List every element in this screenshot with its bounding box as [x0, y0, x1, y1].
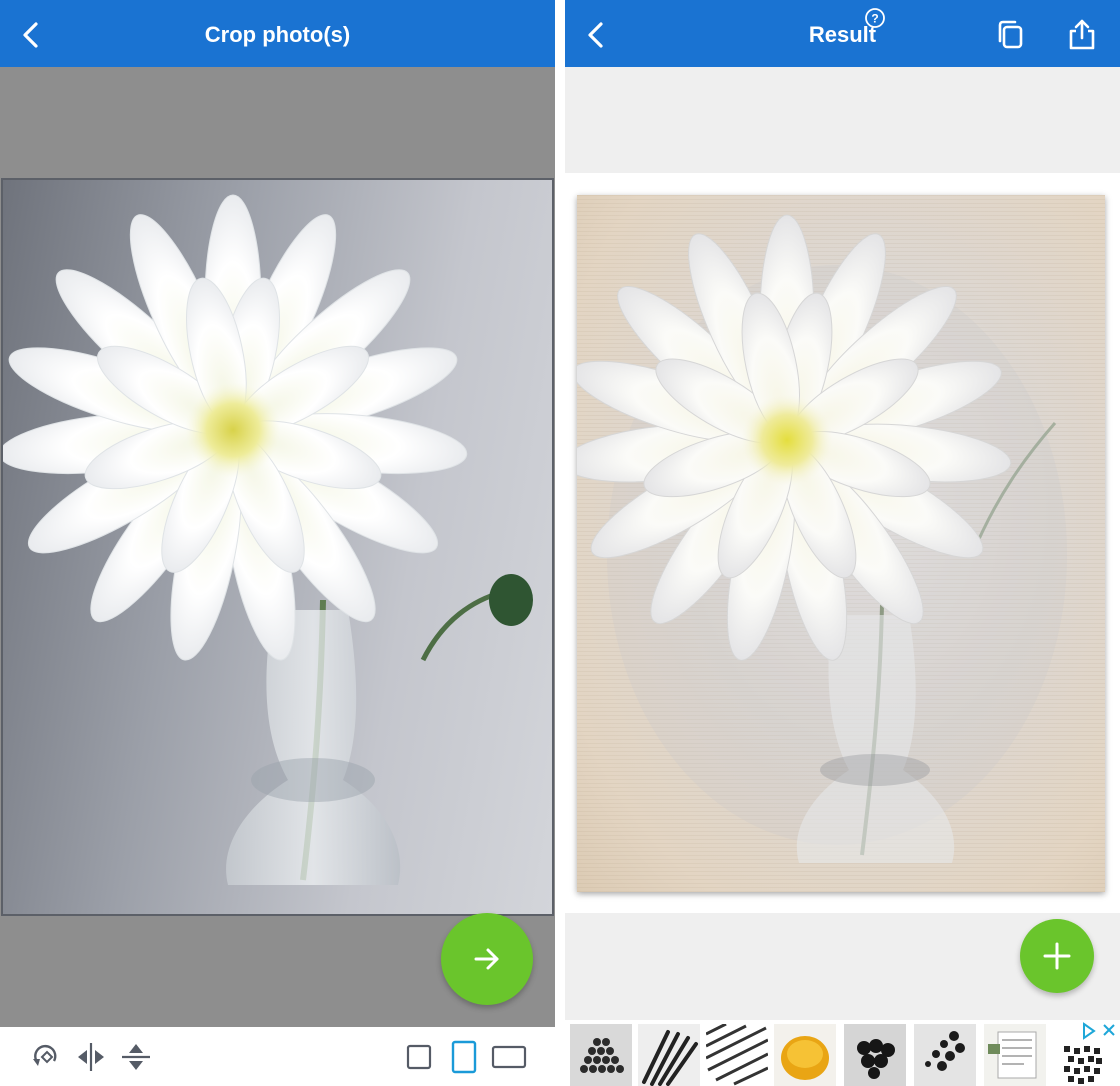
ad-banner[interactable]: [565, 1020, 1120, 1086]
result-screen: Result: [565, 0, 1120, 1086]
plus-icon: [1043, 942, 1071, 970]
aspect-portrait-button[interactable]: [446, 1039, 482, 1075]
ad-thumbnail-image: [925, 1031, 965, 1071]
flip-vertical-button[interactable]: [118, 1039, 154, 1075]
ad-thumbnail[interactable]: [638, 1024, 700, 1086]
page-title: Crop photo(s): [204, 22, 351, 47]
ad-thumbnail-image: [580, 1038, 624, 1073]
ad-thumbnail-image: [988, 1031, 1037, 1079]
flip-vertical-icon: [122, 1044, 150, 1070]
add-button[interactable]: [1020, 919, 1094, 993]
result-artwork[interactable]: [577, 195, 1105, 892]
rotate-button[interactable]: [28, 1039, 64, 1075]
result-header: Result: [565, 0, 1120, 67]
arrow-right-icon: [474, 948, 499, 970]
rotate-icon: [33, 1044, 57, 1066]
result-top-space: [565, 67, 1120, 173]
ad-thumbnail-image: [857, 1039, 895, 1079]
ad-controls: [1078, 1022, 1118, 1040]
flower-photo: [3, 194, 533, 885]
screen-divider: [555, 0, 565, 1086]
flip-horizontal-button[interactable]: [73, 1039, 109, 1075]
ad-thumbnail[interactable]: [914, 1024, 976, 1086]
crop-photo-area[interactable]: [1, 178, 554, 916]
next-button[interactable]: [441, 913, 533, 1005]
close-ad-icon[interactable]: [1103, 1024, 1115, 1036]
help-badge-text: ?: [871, 12, 878, 26]
ad-thumbnail[interactable]: [984, 1024, 1046, 1086]
ad-thumbnail[interactable]: [570, 1024, 632, 1086]
square-aspect-icon: [406, 1044, 432, 1070]
adchoices-icon[interactable]: [1083, 1022, 1096, 1040]
share-icon: [1069, 19, 1095, 50]
ad-thumbnail-image: [706, 1024, 768, 1086]
aspect-landscape-button[interactable]: [491, 1039, 527, 1075]
copy-icon: [998, 20, 1023, 49]
crop-screen: Crop photo(s): [0, 0, 555, 1086]
sketch-flower-image: [577, 214, 1067, 863]
landscape-aspect-icon: [491, 1045, 527, 1069]
flip-horizontal-icon: [78, 1043, 104, 1071]
help-icon[interactable]: ?: [864, 7, 886, 29]
ad-thumbnail[interactable]: [706, 1024, 768, 1086]
copy-button[interactable]: [993, 17, 1029, 53]
ad-thumbnail-image: [781, 1036, 829, 1080]
crop-toolbar: [0, 1027, 555, 1086]
ad-thumbnail[interactable]: [774, 1024, 836, 1086]
portrait-aspect-icon: [451, 1040, 477, 1074]
ad-thumbnail[interactable]: [844, 1024, 906, 1086]
ad-thumbnail-image: [642, 1030, 698, 1086]
aspect-square-button[interactable]: [401, 1039, 437, 1075]
share-button[interactable]: [1064, 17, 1100, 53]
crop-header: Crop photo(s): [0, 0, 555, 67]
page-title: Result: [808, 22, 877, 47]
